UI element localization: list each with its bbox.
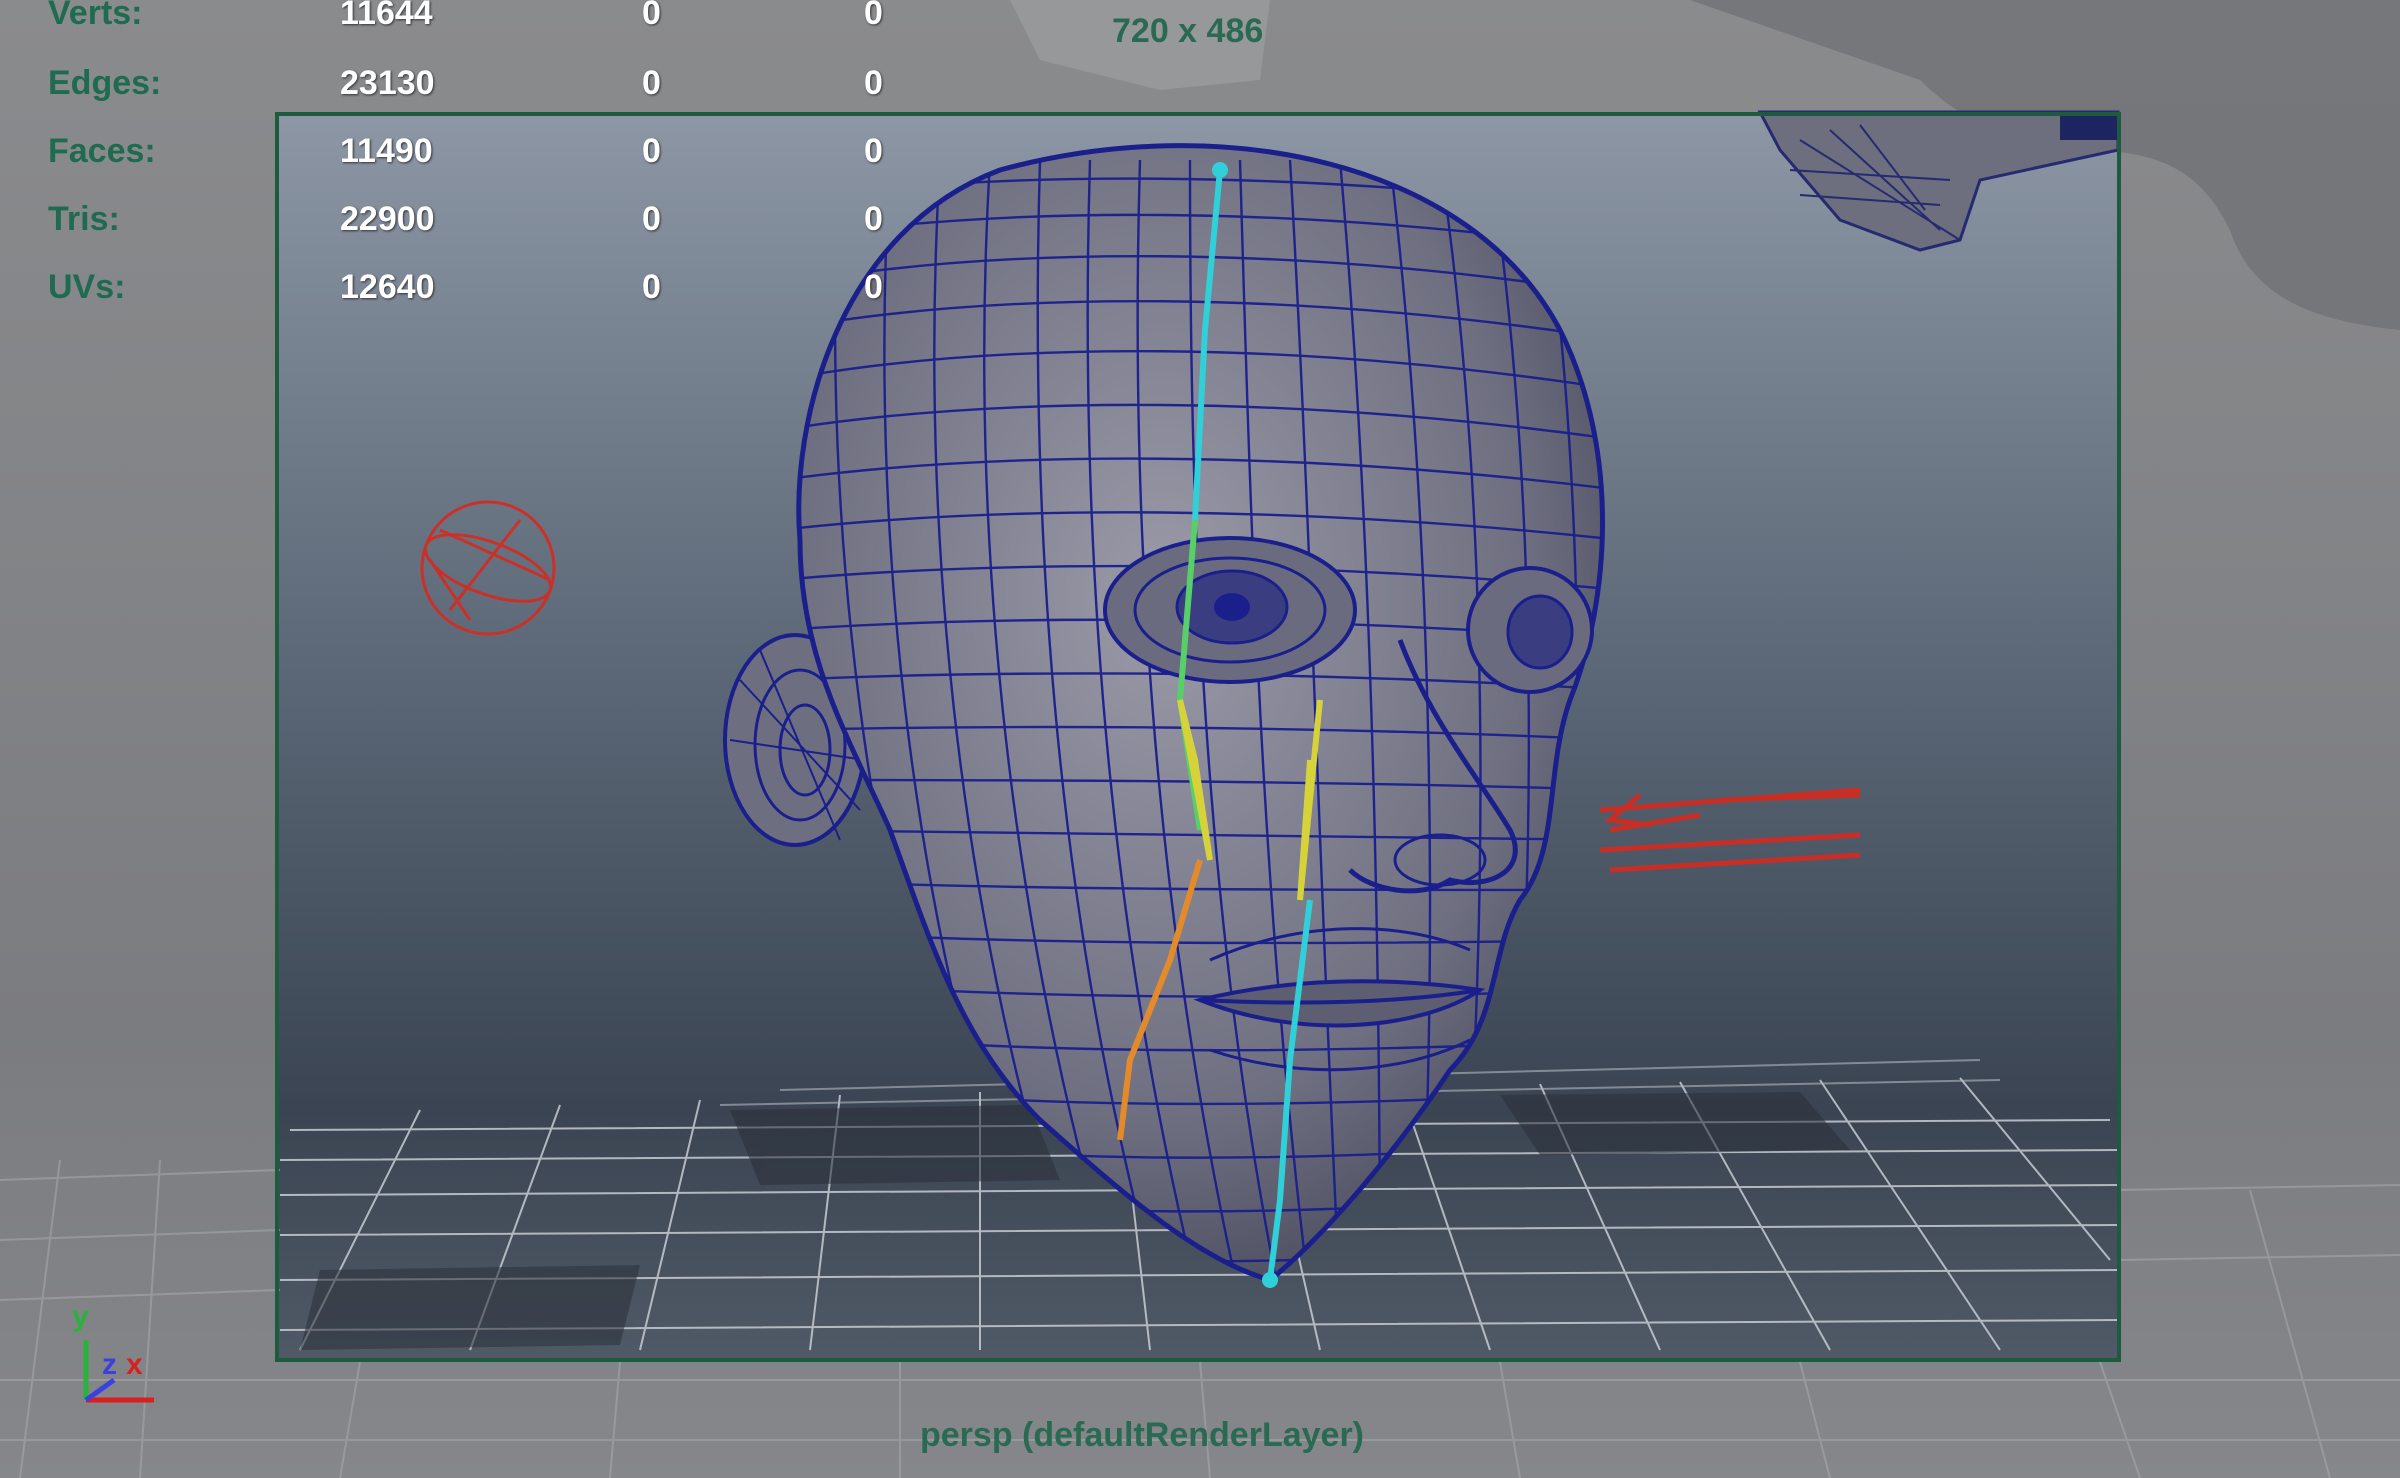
hud-value: 0 [642, 132, 661, 170]
hud-value: 0 [864, 64, 883, 102]
resolution-gate-label: 720 x 486 [1112, 12, 1264, 50]
hud-value: 23130 [340, 64, 435, 102]
hud-label: Verts: [48, 0, 143, 32]
axis-y-label: y [72, 1300, 89, 1333]
camera-label: persp (defaultRenderLayer) [920, 1416, 1364, 1454]
perspective-viewport[interactable]: Verts: 11644 0 0 Edges: 23130 0 0 Faces:… [0, 0, 2400, 1478]
hud-label: Edges: [48, 64, 162, 102]
hud-value: 11490 [340, 132, 433, 170]
hud-value: 0 [642, 268, 661, 306]
hud-value: 22900 [340, 200, 435, 238]
resolution-gate-frame [275, 112, 2121, 1362]
hud-value: 0 [642, 64, 661, 102]
hud-value: 11644 [340, 0, 433, 32]
axis-x-label: x [126, 1348, 143, 1381]
hud-value: 0 [864, 200, 883, 238]
view-axis-icon: y z x [64, 1300, 174, 1420]
axis-z-label: z [102, 1348, 117, 1381]
hud-value: 0 [864, 0, 883, 32]
hud-value: 0 [642, 200, 661, 238]
hud-value: 0 [864, 268, 883, 306]
hud-value: 12640 [340, 268, 435, 306]
hud-value: 0 [864, 132, 883, 170]
hud-label: Tris: [48, 200, 120, 238]
hud-label: Faces: [48, 132, 156, 170]
hud-value: 0 [642, 0, 661, 32]
hud-label: UVs: [48, 268, 126, 306]
